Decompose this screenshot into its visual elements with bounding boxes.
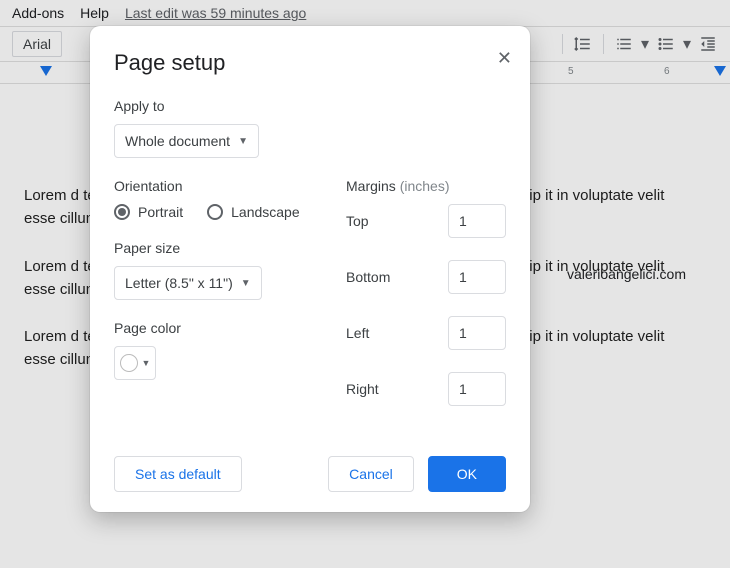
paper-size-label: Paper size	[114, 240, 306, 256]
cancel-button[interactable]: Cancel	[328, 456, 414, 492]
page-url-text: valerioangelici.com	[567, 264, 686, 286]
ruler-tick: 6	[664, 66, 670, 77]
chevron-down-icon: ▼	[241, 278, 251, 289]
apply-to-value: Whole document	[125, 133, 230, 149]
margin-right-label: Right	[346, 381, 379, 397]
margin-right-input[interactable]	[448, 372, 506, 406]
set-as-default-button[interactable]: Set as default	[114, 456, 242, 492]
color-swatch-icon	[120, 354, 138, 372]
bulleted-list-icon[interactable]	[652, 30, 680, 58]
menu-addons[interactable]: Add-ons	[4, 1, 72, 25]
paper-size-select[interactable]: Letter (8.5" x 11") ▼	[114, 266, 262, 300]
menu-help[interactable]: Help	[72, 1, 117, 25]
radio-icon	[114, 204, 130, 220]
last-edit-link[interactable]: Last edit was 59 minutes ago	[125, 5, 306, 21]
paper-size-value: Letter (8.5" x 11")	[125, 275, 233, 291]
orientation-label: Orientation	[114, 178, 306, 194]
page-color-label: Page color	[114, 320, 306, 336]
decrease-indent-icon[interactable]	[694, 30, 722, 58]
margin-top-label: Top	[346, 213, 369, 229]
ruler-indent-marker-right[interactable]	[714, 66, 726, 76]
line-spacing-icon[interactable]	[569, 30, 597, 58]
page-setup-dialog: Page setup ✕ Apply to Whole document ▼ O…	[90, 26, 530, 512]
orientation-landscape-radio[interactable]: Landscape	[207, 204, 300, 220]
ok-button[interactable]: OK	[428, 456, 506, 492]
margins-label: Margins (inches)	[346, 178, 506, 194]
menubar: Add-ons Help Last edit was 59 minutes ag…	[0, 0, 730, 26]
separator	[562, 34, 563, 54]
ruler-tick: 5	[568, 66, 574, 77]
orientation-portrait-radio[interactable]: Portrait	[114, 204, 183, 220]
separator	[603, 34, 604, 54]
page-color-select[interactable]: ▼	[114, 346, 156, 380]
margin-top-input[interactable]	[448, 204, 506, 238]
close-icon[interactable]: ✕	[497, 48, 512, 69]
radio-label: Portrait	[138, 204, 183, 220]
checklist-icon[interactable]	[610, 30, 638, 58]
chevron-down-icon: ▼	[238, 136, 248, 147]
margin-bottom-input[interactable]	[448, 260, 506, 294]
apply-to-label: Apply to	[114, 98, 506, 114]
ruler-indent-marker-left[interactable]	[40, 66, 52, 76]
font-family-select[interactable]: Arial	[12, 31, 62, 57]
margin-left-input[interactable]	[448, 316, 506, 350]
dropdown-caret-icon[interactable]: ▾	[680, 30, 694, 58]
dropdown-caret-icon[interactable]: ▾	[638, 30, 652, 58]
chevron-down-icon: ▼	[142, 358, 151, 368]
margin-left-label: Left	[346, 325, 369, 341]
margin-bottom-label: Bottom	[346, 269, 390, 285]
dialog-title: Page setup	[114, 50, 506, 76]
radio-icon	[207, 204, 223, 220]
apply-to-select[interactable]: Whole document ▼	[114, 124, 259, 158]
radio-label: Landscape	[231, 204, 300, 220]
